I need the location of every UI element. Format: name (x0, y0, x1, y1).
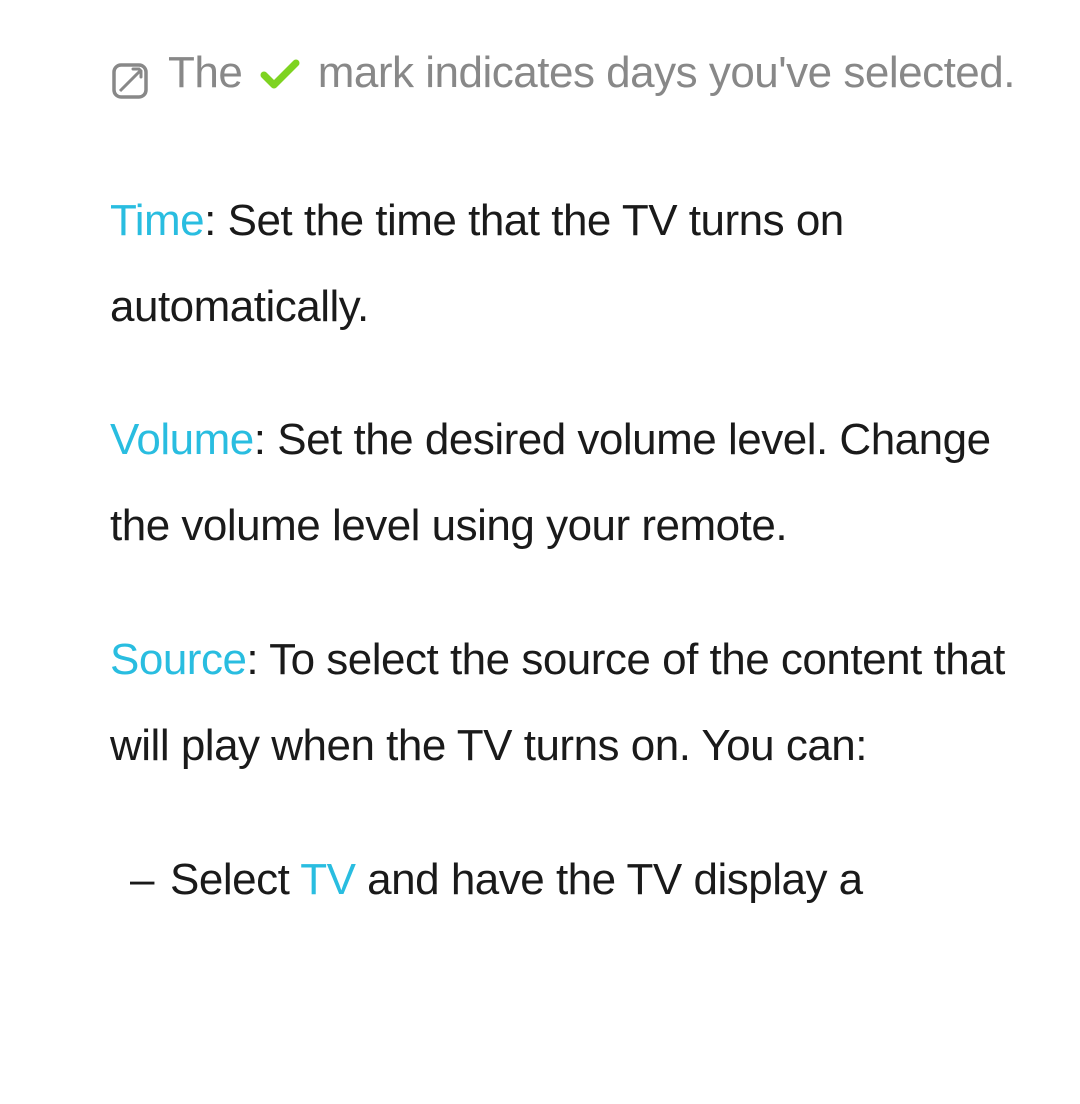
checkmark-icon (260, 34, 300, 120)
subitem-select-tv: – Select TV and have the TV display a (110, 837, 1040, 923)
note-text-before: The (168, 48, 254, 97)
dash: – (130, 837, 154, 923)
label-time: Time (110, 196, 204, 245)
subitem-suffix: and have the TV display a (355, 855, 862, 904)
label-source: Source (110, 635, 246, 684)
label-tv: TV (300, 855, 355, 904)
note-text: The mark indicates days you've selected. (168, 30, 1040, 116)
note-icon (110, 44, 150, 130)
label-volume: Volume (110, 415, 254, 464)
note-text-after: mark indicates days you've selected. (318, 48, 1015, 97)
subitem-prefix: Select (170, 855, 300, 904)
entry-source: Source: To select the source of the cont… (110, 617, 1040, 789)
note-block: The mark indicates days you've selected. (110, 30, 1040, 130)
desc-time: : Set the time that the TV turns on auto… (110, 196, 844, 331)
entry-volume: Volume: Set the desired volume level. Ch… (110, 397, 1040, 569)
entry-time: Time: Set the time that the TV turns on … (110, 178, 1040, 350)
